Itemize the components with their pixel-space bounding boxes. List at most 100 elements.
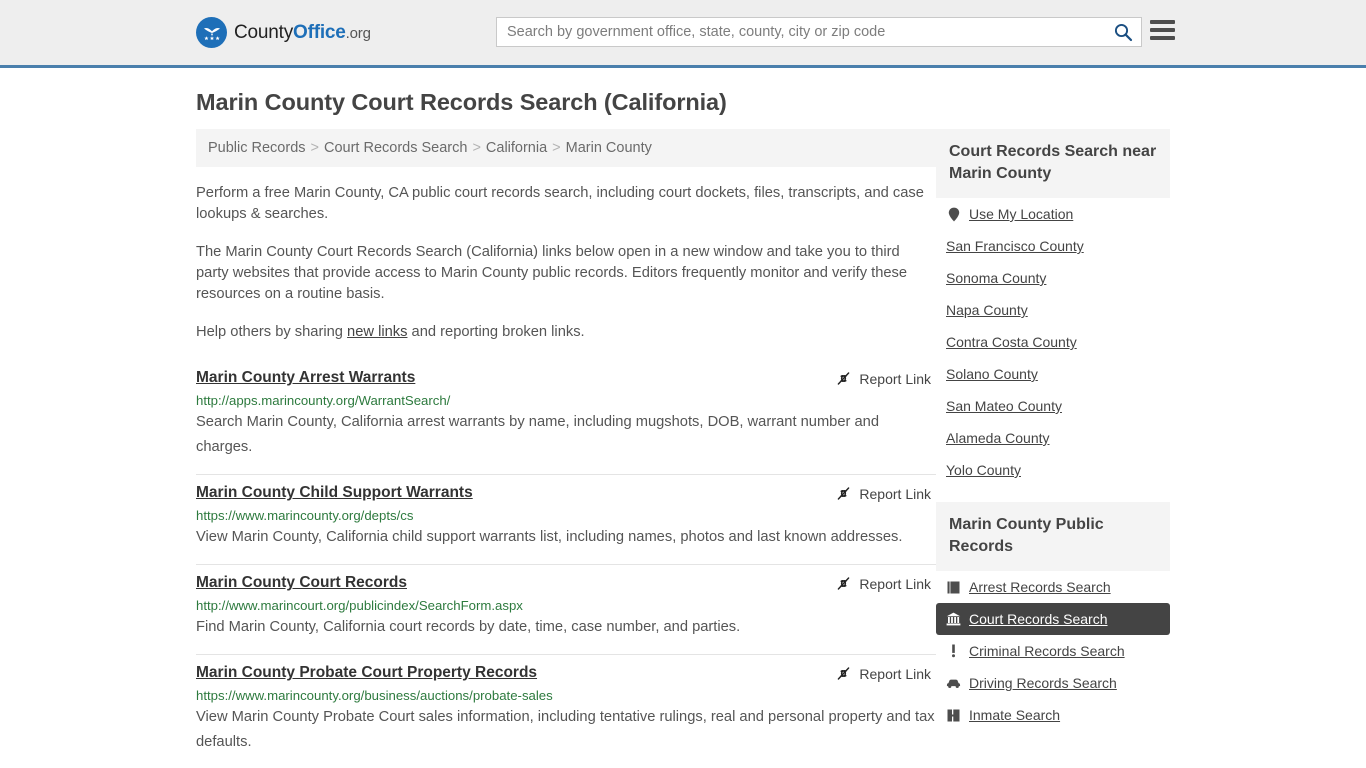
sidebar-link[interactable]: Driving Records Search: [969, 675, 1117, 691]
intro-paragraph-3: Help others by sharing new links and rep…: [196, 322, 936, 343]
sidebar-link[interactable]: Court Records Search: [969, 611, 1108, 627]
sidebar-link[interactable]: Solano County: [946, 366, 1038, 382]
exclamation-icon: [946, 644, 961, 659]
sidebar-item-san-mateo-county[interactable]: San Mateo County: [936, 390, 1170, 422]
logo-text-office: Office: [293, 21, 346, 43]
result-description: Find Marin County, California court reco…: [196, 619, 741, 635]
sidebar-item-arrest-records-search[interactable]: Arrest Records Search: [936, 571, 1170, 603]
broken-link-icon: [838, 372, 850, 385]
public-records-box: Marin County Public Records Arrest Recor…: [936, 502, 1170, 731]
public-records-list: Arrest Records Search Court Records Sear…: [936, 571, 1170, 731]
result-header: Marin County Court Records Report Link: [196, 574, 936, 592]
sidebar-link[interactable]: San Francisco County: [946, 238, 1084, 254]
logo-text-county: County: [234, 21, 294, 43]
eagle-stars-emblem-icon: [196, 17, 227, 48]
result-url[interactable]: https://www.marincounty.org/depts/cs: [196, 508, 936, 523]
breadcrumb-separator: >: [310, 140, 319, 156]
report-link-label: Report Link: [859, 485, 931, 502]
sidebar-link[interactable]: Yolo County: [946, 462, 1021, 478]
intro-paragraph-2: The Marin County Court Records Search (C…: [196, 244, 908, 302]
logo-text-org: .org: [345, 24, 371, 42]
broken-link-icon: [838, 667, 850, 680]
sidebar-link[interactable]: Use My Location: [969, 206, 1073, 222]
site-logo-text: CountyOffice.org: [234, 22, 371, 44]
nearby-search-heading: Court Records Search near Marin County: [936, 129, 1170, 198]
content-columns: Public Records > Court Records Search > Cali…: [196, 129, 1170, 768]
sidebar-link[interactable]: Napa County: [946, 302, 1028, 318]
intro-p3-before: Help others by sharing: [196, 324, 348, 340]
sidebar-link[interactable]: Contra Costa County: [946, 334, 1077, 350]
nearby-county-list: Use My Location San Francisco County Son…: [936, 198, 1170, 486]
intro-paragraph-1: Perform a free Marin County, CA public c…: [196, 185, 924, 222]
result-title-link[interactable]: Marin County Probate Court Property Reco…: [196, 664, 537, 682]
breadcrumb-item-public-records[interactable]: Public Records: [208, 140, 306, 156]
report-link-label: Report Link: [859, 665, 931, 682]
report-link-button[interactable]: Report Link: [835, 574, 931, 592]
breadcrumb-item-marin-county[interactable]: Marin County: [566, 140, 652, 156]
search-icon: [1114, 23, 1133, 42]
hamburger-menu-icon[interactable]: [1150, 20, 1175, 40]
sidebar-item-use-my-location[interactable]: Use My Location: [936, 198, 1170, 230]
sidebar-item-san-francisco-county[interactable]: San Francisco County: [936, 230, 1170, 262]
sidebar-item-criminal-records-search[interactable]: Criminal Records Search: [936, 635, 1170, 667]
site-logo[interactable]: CountyOffice.org: [196, 17, 371, 48]
report-link-label: Report Link: [859, 370, 931, 387]
nearby-search-box: Court Records Search near Marin County U…: [936, 129, 1170, 486]
broken-link-icon: [838, 487, 850, 500]
sidebar-link[interactable]: Arrest Records Search: [969, 579, 1111, 595]
sidebar-item-alameda-county[interactable]: Alameda County: [936, 422, 1170, 454]
breadcrumb: Public Records > Court Records Search > Cali…: [196, 129, 936, 167]
site-header: CountyOffice.org: [0, 0, 1366, 68]
breadcrumb-item-court-records-search[interactable]: Court Records Search: [324, 140, 467, 156]
result-header: Marin County Child Support Warrants Repo…: [196, 484, 936, 502]
result-title-link[interactable]: Marin County Court Records: [196, 574, 407, 592]
public-records-heading: Marin County Public Records: [936, 502, 1170, 571]
courthouse-icon: [946, 612, 961, 627]
report-link-button[interactable]: Report Link: [835, 664, 931, 682]
result-url[interactable]: http://apps.marincounty.org/WarrantSearc…: [196, 393, 936, 408]
result-title-link[interactable]: Marin County Arrest Warrants: [196, 369, 415, 387]
result-url[interactable]: https://www.marincounty.org/business/auc…: [196, 688, 936, 703]
breadcrumb-separator: >: [552, 140, 561, 156]
sidebar-link[interactable]: Inmate Search: [969, 707, 1060, 723]
sidebar-link[interactable]: San Mateo County: [946, 398, 1062, 414]
result-header: Marin County Arrest Warrants Report Link: [196, 369, 936, 387]
result-item: Marin County Probate Court Property Reco…: [196, 655, 936, 768]
result-url[interactable]: http://www.marincourt.org/publicindex/Se…: [196, 598, 936, 613]
sidebar-item-inmate-search[interactable]: Inmate Search: [936, 699, 1170, 731]
sidebar-item-sonoma-county[interactable]: Sonoma County: [936, 262, 1170, 294]
hamburger-bar: [1150, 20, 1175, 24]
intro-text: Perform a free Marin County, CA public c…: [196, 183, 936, 343]
sidebar-item-napa-county[interactable]: Napa County: [936, 294, 1170, 326]
breadcrumb-item-california[interactable]: California: [486, 140, 547, 156]
broken-link-icon: [838, 577, 850, 590]
result-title-link[interactable]: Marin County Child Support Warrants: [196, 484, 473, 502]
report-link-button[interactable]: Report Link: [835, 484, 931, 502]
result-description: View Marin County, California child supp…: [196, 529, 903, 545]
sidebar-item-driving-records-search[interactable]: Driving Records Search: [936, 667, 1170, 699]
sidebar-item-solano-county[interactable]: Solano County: [936, 358, 1170, 390]
sidebar-item-contra-costa-county[interactable]: Contra Costa County: [936, 326, 1170, 358]
result-item: Marin County Arrest Warrants Report Link…: [196, 360, 936, 475]
map-pin-icon: [946, 207, 961, 222]
sidebar: Court Records Search near Marin County U…: [936, 129, 1170, 768]
car-icon: [946, 676, 961, 691]
search-input[interactable]: [497, 18, 1105, 46]
result-item: Marin County Child Support Warrants Repo…: [196, 475, 936, 565]
main-column: Public Records > Court Records Search > Cali…: [196, 129, 936, 768]
search-button[interactable]: [1105, 18, 1141, 46]
intro-p3-after: and reporting broken links.: [407, 324, 585, 340]
sidebar-item-court-records-search[interactable]: Court Records Search: [936, 603, 1170, 635]
sidebar-item-yolo-county[interactable]: Yolo County: [936, 454, 1170, 486]
sidebar-link[interactable]: Alameda County: [946, 430, 1050, 446]
search-bar[interactable]: [496, 17, 1142, 47]
hamburger-bar: [1150, 28, 1175, 32]
sidebar-link[interactable]: Criminal Records Search: [969, 643, 1125, 659]
report-link-label: Report Link: [859, 575, 931, 592]
result-header: Marin County Probate Court Property Reco…: [196, 664, 936, 682]
page-container: Marin County Court Records Search (Calif…: [0, 89, 1366, 768]
report-link-button[interactable]: Report Link: [835, 369, 931, 387]
new-links-link[interactable]: new links: [347, 324, 407, 340]
sidebar-link[interactable]: Sonoma County: [946, 270, 1046, 286]
